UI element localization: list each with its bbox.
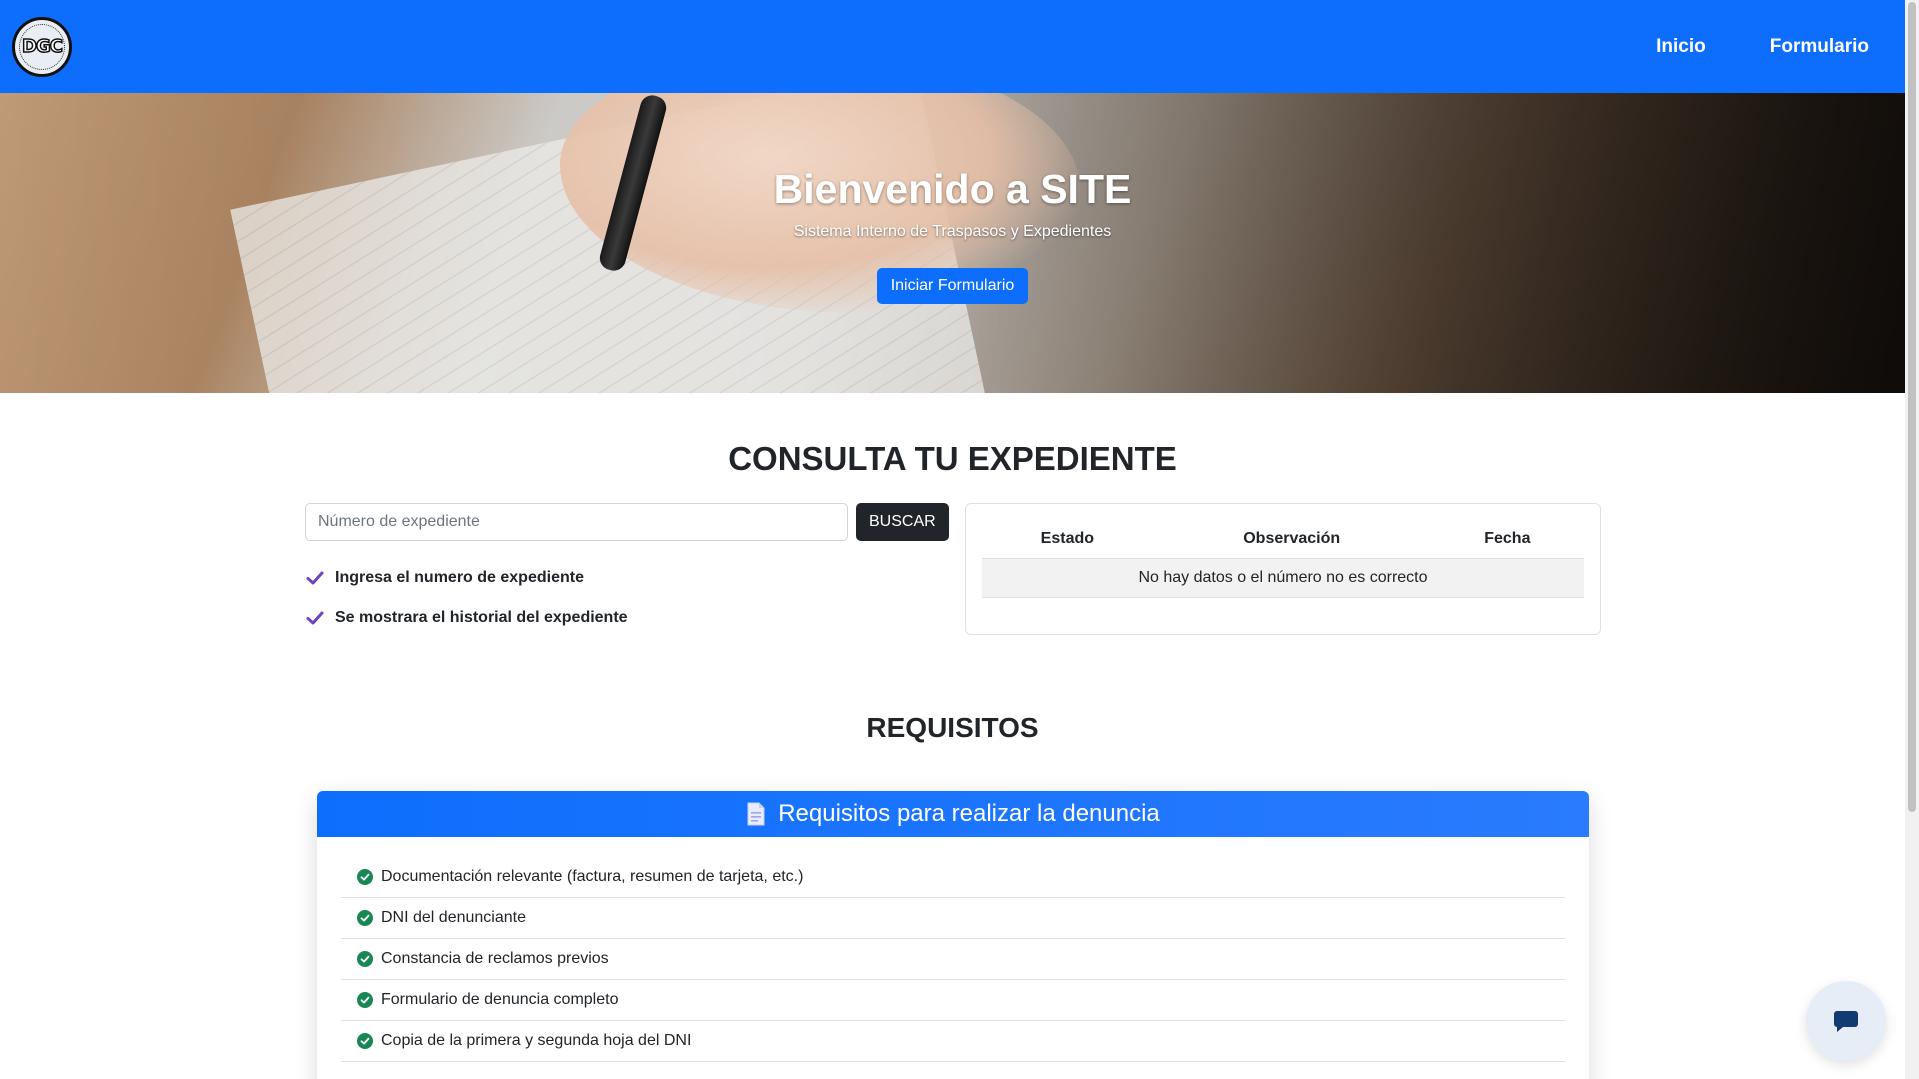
empty-message: No hay datos o el número no es correcto — [982, 558, 1584, 598]
requisitos-title: REQUISITOS — [866, 712, 1039, 743]
search-button[interactable]: BUSCAR — [856, 503, 949, 541]
page: DGC Inicio Formulario Bienvenido a SITE … — [0, 0, 1919, 1079]
consulta-title: CONSULTA TU EXPEDIENTE — [728, 440, 1177, 477]
table-row: No hay datos o el número no es correcto — [982, 558, 1584, 598]
check-circle-icon — [357, 992, 373, 1008]
checkmark-icon — [306, 611, 324, 625]
nav-links: Inicio Formulario — [1656, 36, 1869, 58]
logo[interactable]: DGC — [12, 16, 72, 77]
requisito-label: Documentación relevante (factura, resume… — [381, 868, 804, 885]
chat-button[interactable] — [1806, 981, 1886, 1061]
hero-banner: Bienvenido a SITE Sistema Interno de Tra… — [0, 93, 1905, 393]
navbar: DGC Inicio Formulario — [0, 0, 1905, 93]
expediente-result-table: Estado Observación Fecha No hay datos o … — [982, 520, 1584, 598]
requisito-label: Constancia de reclamos previos — [381, 950, 609, 967]
document-icon — [747, 802, 765, 826]
requisito-label: Copia de la primera y segunda hoja del D… — [381, 1032, 692, 1049]
check-item-label: Ingresa el numero de expediente — [335, 569, 584, 586]
nav-link-formulario[interactable]: Formulario — [1770, 36, 1869, 58]
hero-content: Bienvenido a SITE Sistema Interno de Tra… — [0, 93, 1905, 393]
table-header-row: Estado Observación Fecha — [982, 520, 1584, 559]
requisitos-list: Documentación relevante (factura, resume… — [317, 837, 1589, 1062]
requisitos-card-title: Requisitos para realizar la denuncia — [778, 800, 1160, 827]
requisito-label: Formulario de denuncia completo — [381, 991, 619, 1008]
list-item: DNI del denunciante — [341, 898, 1565, 939]
list-item: Documentación relevante (factura, resume… — [341, 857, 1565, 898]
hero-title: Bienvenido a SITE — [773, 166, 1132, 212]
column-header-estado: Estado — [982, 520, 1153, 559]
requisitos-card-header: Requisitos para realizar la denuncia — [317, 791, 1589, 837]
hero-subtitle: Sistema Interno de Traspasos y Expedient… — [793, 223, 1112, 240]
consulta-check-list: Ingresa el numero de expediente Se mostr… — [305, 558, 628, 638]
list-item: Formulario de denuncia completo — [341, 980, 1565, 1021]
page-scrollbar[interactable] — [1905, 0, 1919, 1079]
check-circle-icon — [357, 869, 373, 885]
list-item: Se mostrara el historial del expediente — [305, 598, 628, 638]
list-item: Constancia de reclamos previos — [341, 939, 1565, 980]
list-item: Copia de la primera y segunda hoja del D… — [341, 1021, 1565, 1062]
chat-icon — [1834, 1011, 1858, 1032]
checkmark-icon — [306, 571, 324, 585]
logo-text: DGC — [19, 23, 65, 70]
column-header-observacion: Observación — [1152, 520, 1431, 559]
search-row: BUSCAR — [305, 503, 949, 541]
requisitos-card: Requisitos para realizar la denuncia Doc… — [317, 791, 1589, 1079]
nav-link-inicio[interactable]: Inicio — [1656, 36, 1706, 58]
expediente-result-card: Estado Observación Fecha No hay datos o … — [965, 503, 1601, 635]
check-item-label: Se mostrara el historial del expediente — [335, 609, 628, 626]
list-item: Ingresa el numero de expediente — [305, 558, 628, 598]
start-form-button[interactable]: Iniciar Formulario — [876, 268, 1029, 304]
scrollbar-thumb[interactable] — [1908, 2, 1916, 812]
check-circle-icon — [357, 1033, 373, 1049]
check-circle-icon — [357, 951, 373, 967]
expediente-search-input[interactable] — [305, 503, 848, 541]
column-header-fecha: Fecha — [1430, 520, 1584, 559]
check-circle-icon — [357, 910, 373, 926]
requisito-label: DNI del denunciante — [381, 909, 526, 926]
